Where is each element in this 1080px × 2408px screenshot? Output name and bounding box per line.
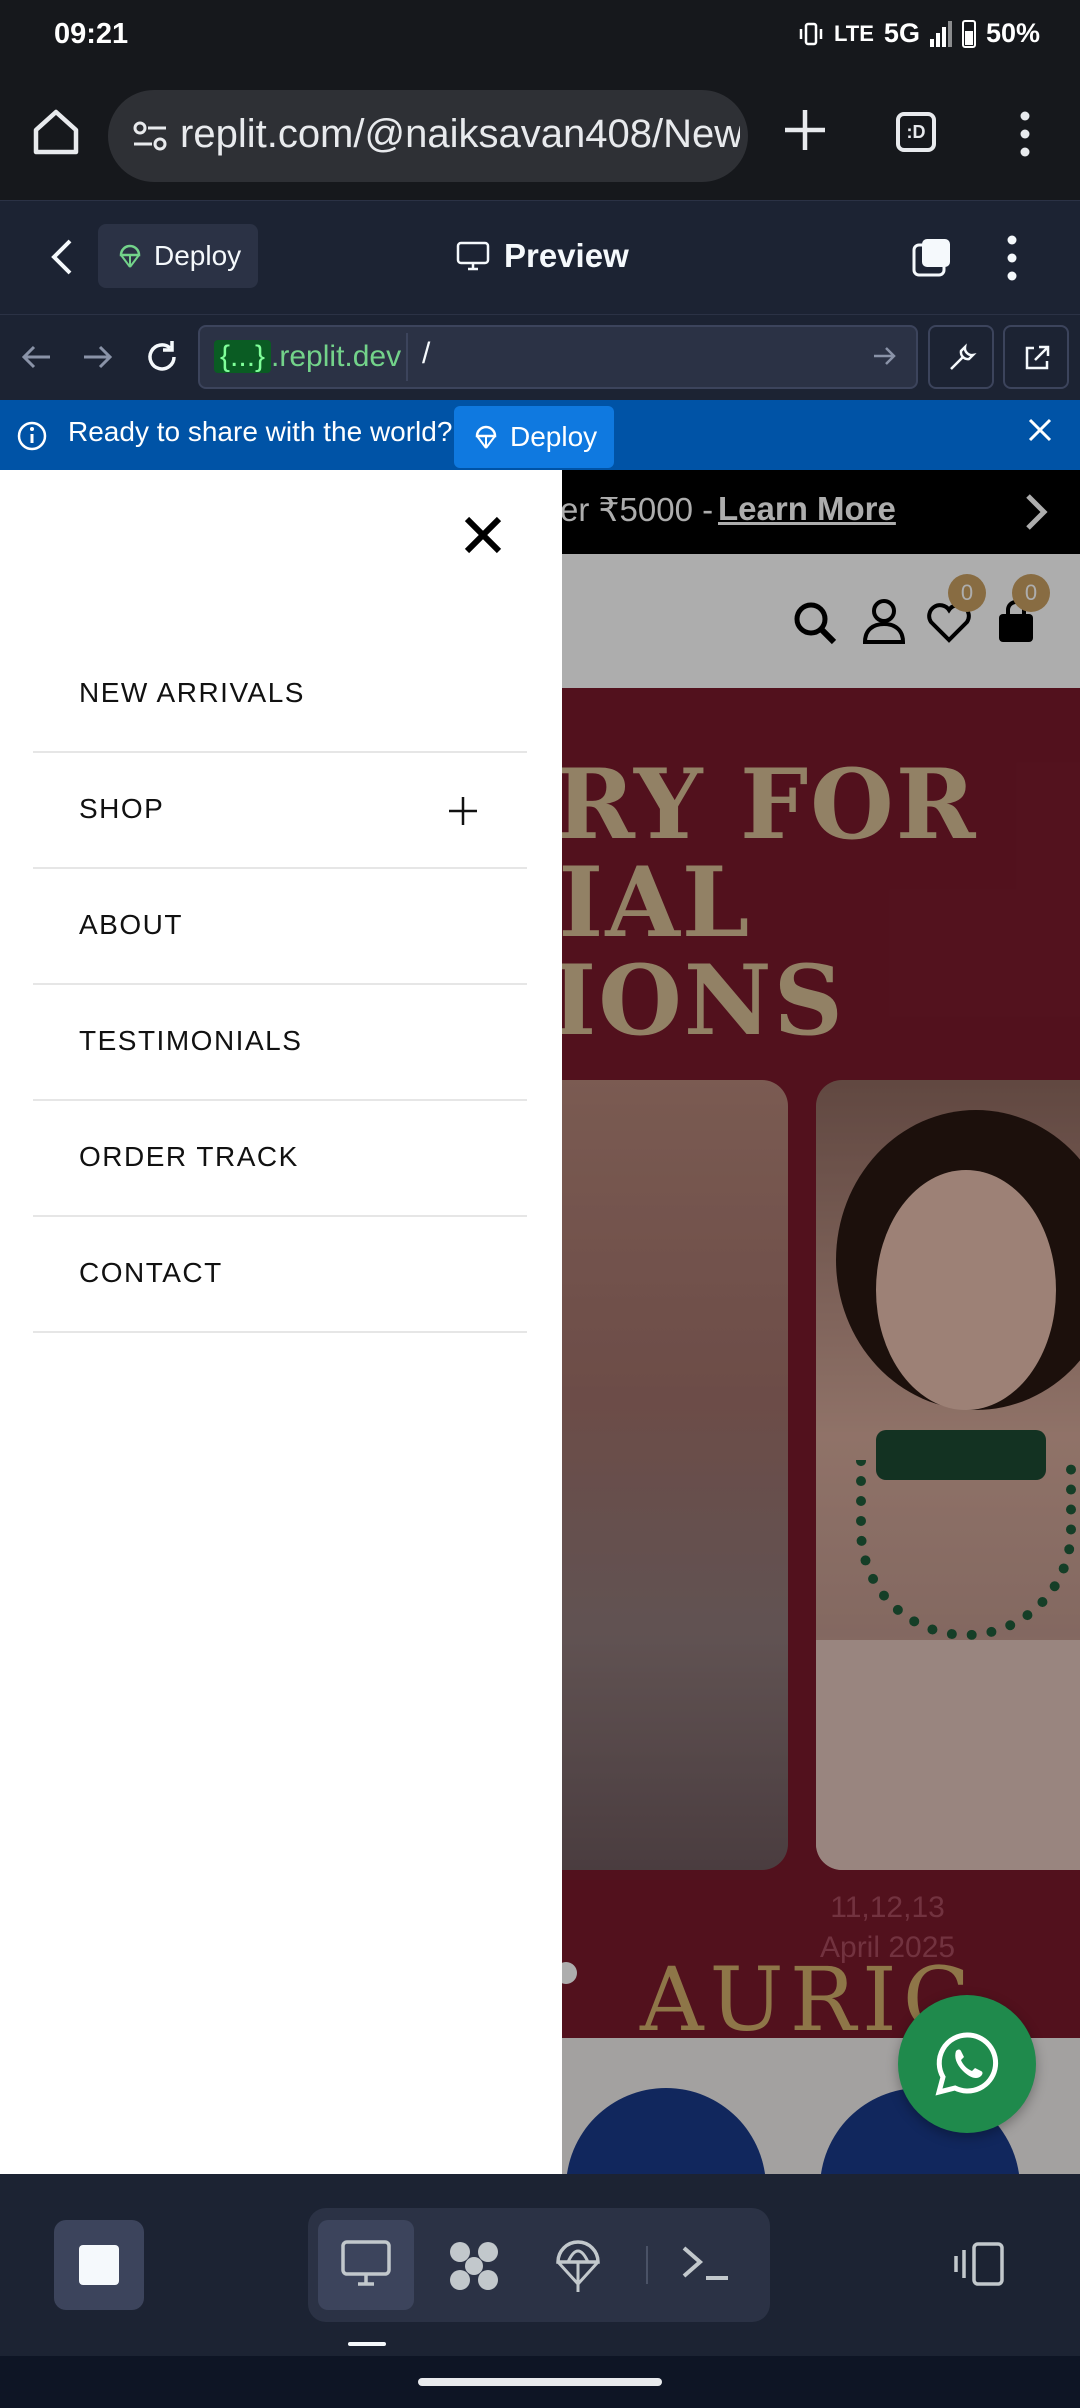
replit-header: Deploy Preview [0,200,1080,314]
webview-toolbar: {...} .replit.dev / [0,314,1080,400]
preview-tool-button[interactable] [318,2220,414,2310]
preview-title: Preview [456,231,629,281]
drawer-item-new-arrivals[interactable]: NEW ARRIVALS [33,637,527,753]
stop-icon [79,2245,119,2285]
whatsapp-icon [935,2032,999,2096]
drawer-item-label: CONTACT [79,1257,223,1288]
preview-label: Preview [504,237,629,274]
status-bar: 09:21 LTE 5G 50% [0,0,1080,72]
shell-icon [682,2246,728,2280]
info-icon [17,421,47,451]
signal-icon [929,20,952,47]
stop-button[interactable] [54,2220,144,2310]
pane-tabs-icon[interactable] [910,235,954,279]
devtools-button[interactable] [928,325,994,389]
address-bar[interactable]: replit.com/@naiksavan408/New [108,90,748,182]
drawer-item-label: ABOUT [79,909,183,940]
network-type: 5G [883,18,920,48]
banner-deploy-label: Deploy [510,421,598,452]
plus-icon[interactable] [447,795,479,827]
workspace-tools [308,2208,770,2322]
reload-icon[interactable] [142,337,182,377]
system-nav-bar [0,2356,1080,2408]
deploy-banner: Ready to share with the world? Deploy [0,400,1080,470]
home-icon[interactable] [28,104,84,160]
drawer-item-order-track[interactable]: ORDER TRACK [33,1101,527,1217]
active-tab-indicator [348,2342,386,2346]
deploy-tool-button[interactable] [530,2220,626,2310]
drawer-item-label: TESTIMONIALS [79,1025,303,1056]
whatsapp-button[interactable] [898,1995,1036,2133]
volte-label: LTE [834,20,874,46]
monitor-icon [456,241,490,271]
drawer-item-label: NEW ARRIVALS [79,677,305,708]
vibrate-icon [799,22,823,45]
drawer-item-about[interactable]: ABOUT [33,869,527,985]
drawer-item-label: ORDER TRACK [79,1141,299,1172]
status-time: 09:21 [54,18,129,50]
browser-toolbar: replit.com/@naiksavan408/New :D [0,72,1080,200]
back-chevron-icon[interactable] [44,237,80,277]
webview-host: {...} .replit.dev [208,335,407,379]
close-icon[interactable] [462,514,504,556]
url-separator [406,333,408,381]
drawer-item-contact[interactable]: CONTACT [33,1217,527,1333]
drawer-item-label: SHOP [79,793,165,824]
nav-drawer: NEW ARRIVALS SHOP ABOUT TESTIMONIALS ORD… [0,470,562,2174]
panels-icon[interactable] [952,2240,1006,2288]
webview-url-field[interactable]: {...} .replit.dev / [198,325,918,389]
home-gesture-handle[interactable] [418,2378,662,2386]
site-settings-icon[interactable] [130,116,170,156]
close-icon[interactable] [1026,416,1054,444]
arrow-left-icon[interactable] [16,337,56,377]
shell-tool-button[interactable] [658,2220,754,2310]
tool-separator [646,2246,648,2284]
more-vert-icon[interactable] [1010,108,1040,160]
deploy-label: Deploy [154,240,242,271]
new-tab-plus-icon[interactable] [780,102,830,158]
deploy-icon [119,244,141,268]
deploy-button[interactable]: Deploy [98,224,258,288]
drawer-item-testimonials[interactable]: TESTIMONIALS [33,985,527,1101]
monitor-icon [341,2240,391,2286]
replit-bottom-bar [0,2174,1080,2356]
agent-icon [450,2242,498,2290]
deploy-icon [556,2240,600,2292]
more-vert-icon[interactable] [1000,233,1024,283]
website-preview: er ₹5000 - Learn More 0 0 ERY FOR CIAL S… [0,470,1080,2174]
url-text: replit.com/@naiksavan408/New [180,112,740,156]
go-arrow-icon[interactable] [870,341,900,371]
battery-level: 50% [985,18,1040,48]
external-link-icon [1025,345,1050,370]
banner-text: Ready to share with the world? [68,416,453,447]
arrow-right-icon[interactable] [78,337,118,377]
drawer-item-shop[interactable]: SHOP [33,753,527,869]
tabs-icon[interactable]: :D [896,112,936,152]
banner-deploy-button[interactable]: Deploy [454,406,614,468]
battery-icon [961,19,976,48]
agent-tool-button[interactable] [424,2220,520,2310]
status-indicators: LTE 5G 50% [798,18,1040,49]
wrench-icon [950,343,977,370]
deploy-icon [475,425,497,449]
open-new-tab-button[interactable] [1003,325,1069,389]
webview-path[interactable]: / [422,337,430,371]
